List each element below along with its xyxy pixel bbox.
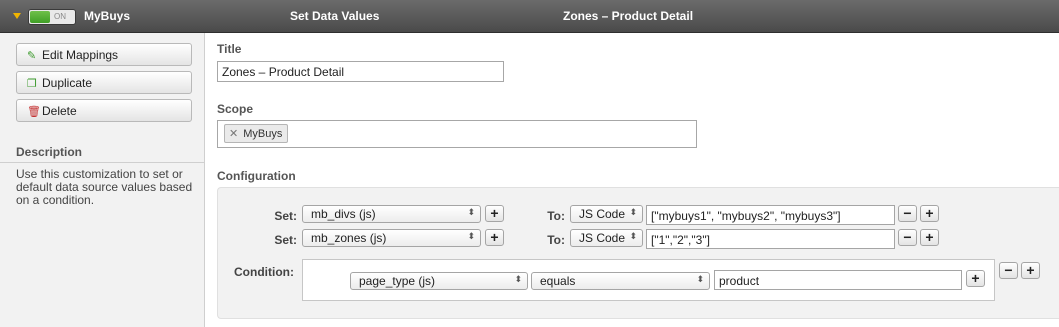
description-heading: Description bbox=[16, 145, 83, 159]
remove-value-button[interactable]: − bbox=[898, 205, 917, 222]
select-arrows-icon: ⬍ bbox=[467, 207, 475, 217]
condition-field-value: page_type (js) bbox=[359, 274, 436, 288]
scope-input[interactable] bbox=[217, 120, 697, 148]
duplicate-label: Duplicate bbox=[42, 76, 93, 90]
select-arrows-icon: ⬍ bbox=[696, 274, 704, 284]
scope-tag[interactable]: ✕ MyBuys bbox=[224, 124, 288, 143]
remove-condition-group-button[interactable]: − bbox=[999, 262, 1018, 279]
set-label: Set: bbox=[274, 209, 297, 223]
edit-mappings-label: Edit Mappings bbox=[42, 48, 119, 62]
add-set-button[interactable]: + bbox=[485, 229, 504, 246]
select-arrows-icon: ⬍ bbox=[514, 274, 522, 284]
select-arrows-icon: ⬍ bbox=[629, 231, 637, 241]
source-select[interactable]: mb_divs (js) ⬍ bbox=[302, 205, 481, 223]
set-label: Set: bbox=[274, 233, 297, 247]
source-select-value: mb_divs (js) bbox=[311, 207, 376, 221]
condition-label: Condition: bbox=[234, 265, 294, 279]
value-type-value: JS Code bbox=[579, 207, 626, 221]
remove-tag-icon[interactable]: ✕ bbox=[229, 128, 238, 140]
configuration-label: Configuration bbox=[217, 169, 296, 183]
edit-icon: ✎ bbox=[27, 50, 37, 62]
to-label: To: bbox=[547, 209, 565, 223]
source-select[interactable]: mb_zones (js) ⬍ bbox=[302, 229, 481, 247]
value-type-select[interactable]: JS Code ⬍ bbox=[570, 229, 643, 247]
select-arrows-icon: ⬍ bbox=[629, 207, 637, 217]
edit-mappings-button[interactable]: ✎ Edit Mappings bbox=[16, 43, 192, 66]
add-set-button[interactable]: + bbox=[485, 205, 504, 222]
scope-tag-label: MyBuys bbox=[243, 128, 283, 140]
value-input[interactable]: ["mybuys1", "mybuys2", "mybuys3"] bbox=[646, 205, 895, 225]
add-value-button[interactable]: + bbox=[920, 205, 939, 222]
value-type-value: JS Code bbox=[579, 231, 626, 245]
source-select-value: mb_zones (js) bbox=[311, 231, 387, 245]
duplicate-button[interactable]: ❐ Duplicate bbox=[16, 71, 192, 94]
divider bbox=[0, 162, 204, 163]
app-name: MyBuys bbox=[84, 9, 131, 23]
scope-label: Scope bbox=[217, 102, 254, 116]
condition-operator-value: equals bbox=[540, 274, 576, 288]
customization-name: Zones – Product Detail bbox=[563, 9, 694, 23]
title-label: Title bbox=[217, 42, 242, 56]
toggle-knob bbox=[30, 11, 50, 23]
toggle-label: ON bbox=[54, 12, 66, 21]
condition-value-input[interactable]: product bbox=[714, 270, 962, 290]
sidebar: ✎ Edit Mappings ❐ Duplicate 🗑Delete Descri… bbox=[0, 33, 205, 327]
delete-button[interactable]: 🗑Delete bbox=[16, 99, 192, 122]
to-label: To: bbox=[547, 233, 565, 247]
customization-type: Set Data Values bbox=[290, 9, 380, 23]
remove-value-button[interactable]: − bbox=[898, 229, 917, 246]
enable-toggle[interactable]: ON bbox=[28, 9, 76, 25]
duplicate-icon: ❐ bbox=[27, 78, 37, 90]
top-bar: ON MyBuys Set Data Values Zones – Produc… bbox=[0, 0, 1059, 33]
collapse-caret-icon[interactable] bbox=[13, 13, 21, 19]
add-condition-group-button[interactable]: + bbox=[1021, 262, 1040, 279]
condition-operator-select[interactable]: equals ⬍ bbox=[531, 272, 710, 290]
title-input[interactable]: Zones – Product Detail bbox=[217, 61, 504, 82]
select-arrows-icon: ⬍ bbox=[467, 231, 475, 241]
value-input[interactable]: ["1","2","3"] bbox=[646, 229, 895, 249]
add-value-button[interactable]: + bbox=[920, 229, 939, 246]
description-text: Use this customization to set or default… bbox=[16, 167, 193, 207]
add-condition-button[interactable]: + bbox=[966, 270, 985, 287]
value-type-select[interactable]: JS Code ⬍ bbox=[570, 205, 643, 223]
trash-icon: 🗑 bbox=[27, 106, 41, 118]
condition-field-select[interactable]: page_type (js) ⬍ bbox=[350, 272, 528, 290]
delete-label: Delete bbox=[42, 104, 77, 118]
